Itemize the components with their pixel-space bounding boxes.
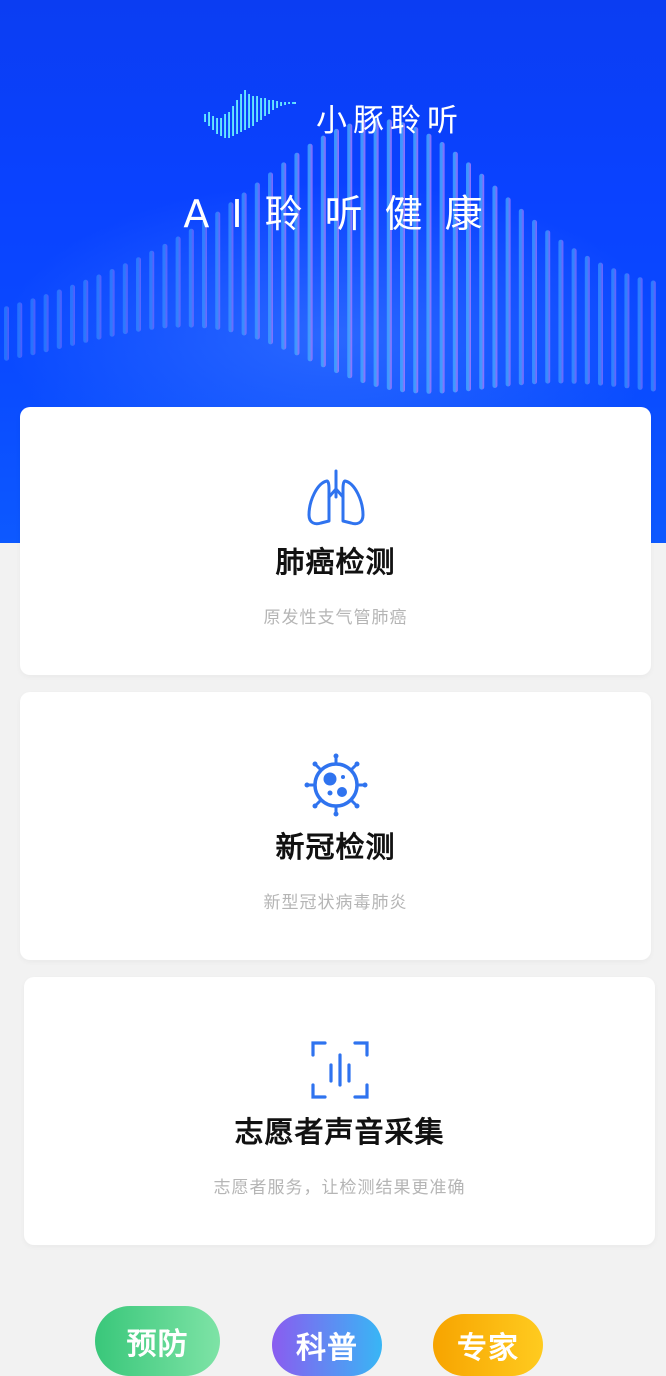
wave-bar xyxy=(598,262,603,386)
card-title: 肺癌检测 xyxy=(275,545,396,579)
wave-bar xyxy=(624,273,630,389)
wave-bar xyxy=(571,248,577,384)
tab-prevention-button[interactable]: 预防 xyxy=(95,1306,220,1376)
wave-bar xyxy=(347,123,353,379)
wave-bar xyxy=(30,298,36,356)
card-title: 志愿者声音采集 xyxy=(234,1115,445,1149)
lungs-icon xyxy=(307,469,364,526)
wave-bar xyxy=(650,280,656,392)
wave-bar xyxy=(4,306,9,361)
brand-name: 小豚聆听 xyxy=(316,102,464,139)
wave-bar xyxy=(584,255,590,385)
card-subtitle: 新型冠状病毒肺炎 xyxy=(263,893,408,913)
wave-bar xyxy=(400,122,405,393)
wave-bar xyxy=(188,228,194,328)
wave-bar xyxy=(558,239,564,384)
wave-bar xyxy=(96,274,102,340)
tab-science-button[interactable]: 科普 xyxy=(272,1314,382,1376)
wave-bar xyxy=(532,219,537,385)
wave-bar xyxy=(611,268,617,387)
card-volunteer-voice-collection[interactable]: 志愿者声音采集 志愿者服务，让检测结果更准确 xyxy=(24,977,655,1245)
card-subtitle: 原发性支气管肺癌 xyxy=(263,608,408,628)
voice-scan-icon xyxy=(310,1041,369,1099)
wave-bar xyxy=(307,143,313,362)
sound-wave-bars xyxy=(4,118,656,394)
virus-icon xyxy=(304,753,367,817)
wave-bar xyxy=(175,236,181,328)
wave-bar xyxy=(360,120,366,384)
wave-bar xyxy=(162,243,168,329)
wave-bar xyxy=(136,257,141,332)
card-subtitle: 志愿者服务，让检测结果更准确 xyxy=(213,1178,466,1198)
wave-bar xyxy=(413,127,419,394)
dolphin-logo-icon xyxy=(204,90,296,138)
hero-slogan: AI聆听健康 xyxy=(183,192,505,236)
card-covid-detection[interactable]: 新冠检测 新型冠状病毒肺炎 xyxy=(20,692,651,960)
wave-bar xyxy=(149,250,155,330)
wave-bar xyxy=(320,135,326,368)
card-title: 新冠检测 xyxy=(275,830,396,864)
card-lung-cancer-detection[interactable]: 肺癌检测 原发性支气管肺癌 xyxy=(20,407,651,675)
brand: 小豚聆听 xyxy=(0,88,666,146)
wave-bar xyxy=(56,289,62,349)
tab-experts-button[interactable]: 专家 xyxy=(433,1314,543,1376)
wave-bar xyxy=(43,294,49,353)
wave-bar xyxy=(373,118,379,388)
wave-bar xyxy=(545,230,551,384)
wave-bar xyxy=(334,128,339,374)
wave-bar xyxy=(122,263,128,335)
wave-bar xyxy=(70,284,75,346)
wave-bar xyxy=(439,142,445,394)
wave-bar xyxy=(17,302,23,358)
wave-bar xyxy=(83,279,89,343)
wave-bar xyxy=(386,119,392,391)
wave-bar xyxy=(426,133,432,394)
wave-bar xyxy=(637,277,643,390)
wave-bar xyxy=(109,269,115,337)
